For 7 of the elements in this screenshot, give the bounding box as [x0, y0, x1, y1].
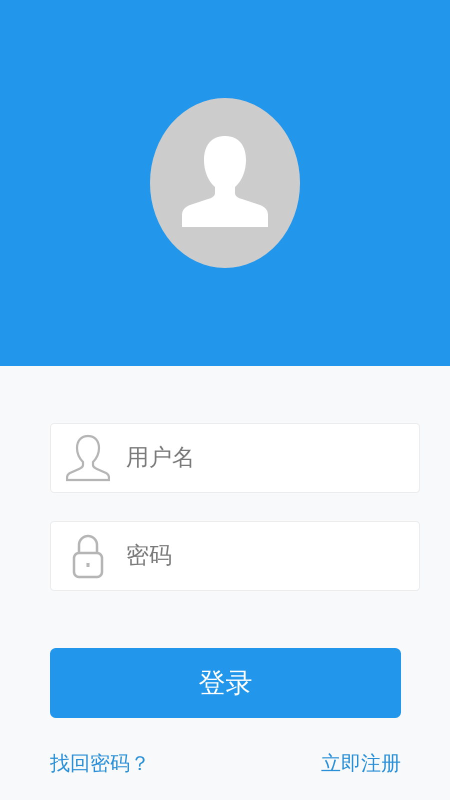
- login-button[interactable]: 登录: [50, 648, 401, 718]
- forgot-password-link[interactable]: 找回密码？: [50, 750, 150, 777]
- username-field[interactable]: 用户名: [50, 423, 420, 493]
- register-link[interactable]: 立即注册: [321, 750, 401, 777]
- lock-icon: [72, 533, 104, 579]
- user-icon: [66, 434, 110, 482]
- password-field[interactable]: 密码: [50, 521, 420, 591]
